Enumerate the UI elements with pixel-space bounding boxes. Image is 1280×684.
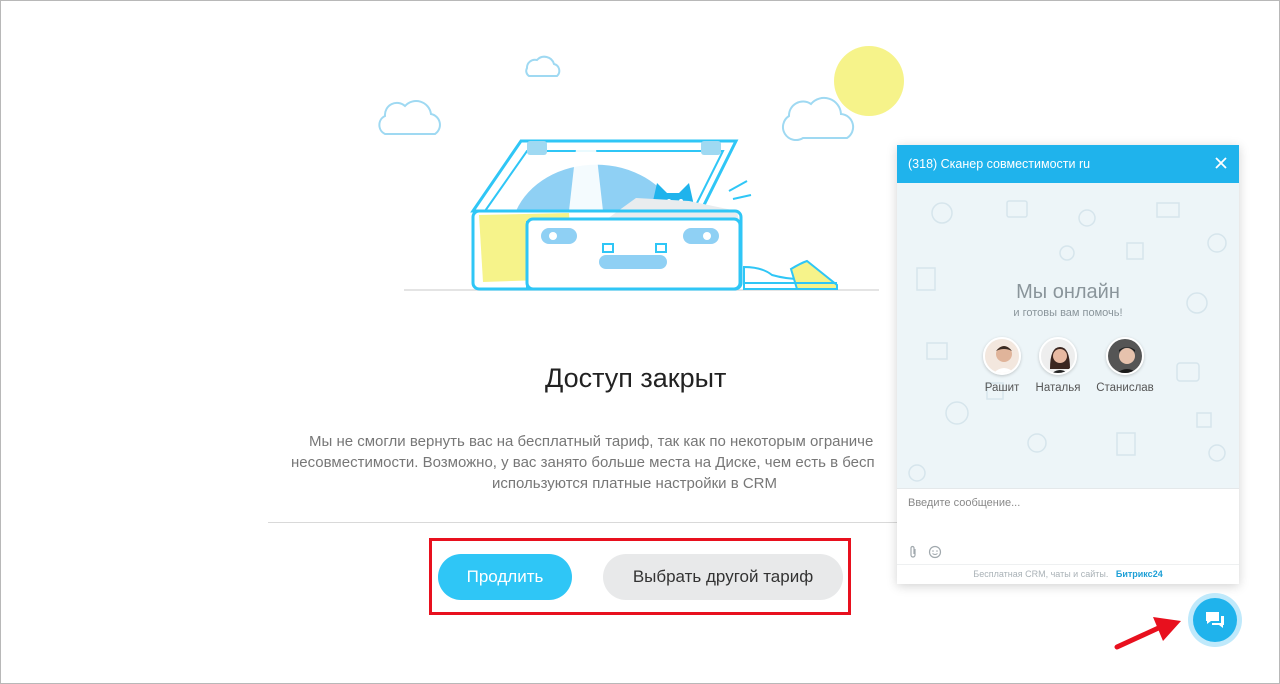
background-pattern — [908, 200, 1227, 482]
chat-header: (318) Сканер совместимости ru — [897, 145, 1239, 183]
page-frame: Доступ закрыт Мы не смогли вернуть вас н… — [0, 0, 1280, 684]
chat-input-area — [897, 488, 1239, 564]
chat-widget: (318) Сканер совместимости ru Мы онлайн … — [897, 145, 1239, 584]
online-subtitle: и готовы вам помочь! — [1013, 307, 1123, 319]
pointer-arrow-icon — [1114, 617, 1181, 650]
avatar — [983, 337, 1021, 375]
chat-footer: Бесплатная CRM, чаты и сайты. Битрикс24 — [897, 564, 1239, 584]
extend-button[interactable]: Продлить — [438, 554, 572, 600]
footer-text: Бесплатная CRM, чаты и сайты. — [973, 569, 1109, 579]
fab-inner — [1193, 598, 1237, 642]
brand-number: 24 — [1152, 569, 1163, 579]
online-title: Мы онлайн — [1016, 281, 1120, 303]
chat-body: Мы онлайн и готовы вам помочь! Рашит Нат… — [897, 183, 1239, 488]
chat-title: (318) Сканер совместимости ru — [908, 157, 1091, 171]
suitcase-illustration — [378, 46, 904, 291]
open-chat-button[interactable] — [1188, 593, 1242, 647]
brand-name: Битрикс — [1115, 569, 1153, 579]
operator: Станислав — [1085, 337, 1165, 394]
avatar — [1039, 337, 1077, 375]
chat-bubble-icon — [1206, 612, 1224, 628]
operator-name: Станислав — [1096, 382, 1154, 394]
chat-tools — [908, 545, 942, 559]
description-line: Мы не смогли вернуть вас на бесплатный т… — [309, 433, 874, 450]
close-icon[interactable] — [1213, 155, 1229, 171]
brand-link[interactable]: Битрикс24 — [1116, 569, 1163, 579]
attach-icon[interactable] — [908, 545, 918, 559]
description: Мы не смогли вернуть вас на бесплатный т… — [269, 431, 899, 494]
description-line: несовместимости. Возможно, у вас занято … — [291, 454, 875, 471]
avatar — [1106, 337, 1144, 375]
emoji-icon[interactable] — [928, 545, 942, 559]
message-input[interactable] — [908, 497, 1228, 509]
choose-plan-button[interactable]: Выбрать другой тариф — [603, 554, 843, 600]
divider — [268, 522, 898, 523]
page-title: Доступ закрыт — [545, 363, 727, 393]
description-line: используются платные настройки в CRM — [492, 475, 777, 492]
